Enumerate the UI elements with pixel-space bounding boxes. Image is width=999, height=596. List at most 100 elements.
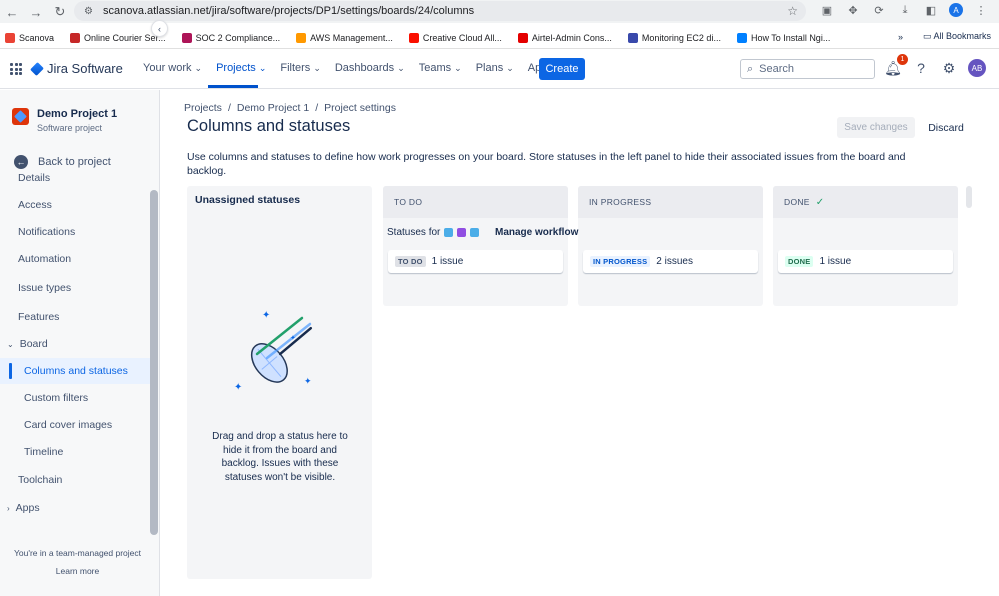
sidebar-item-features[interactable]: Features bbox=[0, 304, 150, 330]
address-bar[interactable]: ⚙ scanova.atlassian.net/jira/software/pr… bbox=[74, 1, 806, 21]
chevron-down-icon: ⌄ bbox=[454, 62, 462, 73]
chevron-down-icon: ⌄ bbox=[397, 62, 405, 73]
subtask-type-icon bbox=[470, 228, 480, 237]
board-column[interactable]: TO DO TO DO 1 issue bbox=[383, 186, 568, 306]
site-settings-icon[interactable]: ⚙ bbox=[84, 6, 93, 17]
all-bookmarks-button[interactable]: ▭ All Bookmarks bbox=[923, 31, 991, 42]
board-scrollbar[interactable] bbox=[966, 186, 972, 208]
status-card[interactable]: TO DO 1 issue bbox=[388, 250, 563, 273]
sidebar-item-custom-filters[interactable]: Custom filters bbox=[0, 385, 150, 411]
sidebar-item-automation[interactable]: Automation bbox=[0, 246, 150, 272]
sidebar-item-timeline[interactable]: Timeline bbox=[0, 439, 150, 465]
learn-more-link[interactable]: Learn more bbox=[0, 566, 155, 576]
create-button[interactable]: Create bbox=[539, 58, 585, 80]
sidebar-scrollbar[interactable] bbox=[150, 190, 158, 540]
column-header[interactable]: DONE ✓ bbox=[773, 186, 958, 218]
product-name: Jira Software bbox=[47, 61, 123, 76]
team-managed-note: You're in a team-managed project bbox=[14, 548, 141, 558]
sync-icon[interactable]: ⟳ bbox=[871, 2, 887, 18]
project-header[interactable]: Demo Project 1 Software project bbox=[12, 108, 117, 133]
jira-logo-icon bbox=[30, 61, 44, 76]
status-card[interactable]: IN PROGRESS 2 issues bbox=[583, 250, 758, 273]
reload-icon[interactable]: ↻ bbox=[50, 2, 70, 22]
board-column[interactable]: DONE ✓ DONE 1 issue bbox=[773, 186, 958, 306]
profile-avatar[interactable]: A bbox=[949, 3, 963, 17]
sidebar-item-details[interactable]: Details bbox=[0, 165, 150, 191]
bookmark-label: Scanova bbox=[19, 32, 55, 43]
puzzle-icon[interactable]: ✥ bbox=[845, 2, 861, 18]
checkmark-icon: ✓ bbox=[815, 196, 825, 208]
more-bookmarks-chevron-icon[interactable]: » bbox=[898, 32, 903, 42]
sidebar-item-label: Columns and statuses bbox=[24, 365, 128, 377]
nav-menu-dashboards[interactable]: Dashboards ⌄ bbox=[335, 62, 405, 74]
manage-workflow-link[interactable]: Manage workflow bbox=[495, 227, 578, 238]
bookmark-item[interactable]: How To Install Ngi... bbox=[736, 32, 830, 43]
save-changes-button[interactable]: Save changes bbox=[837, 117, 915, 138]
nav-menu-filters[interactable]: Filters ⌄ bbox=[280, 62, 321, 74]
extension-icon[interactable]: ▣ bbox=[819, 2, 835, 18]
sidebar-item-issue-types[interactable]: Issue types bbox=[0, 275, 150, 301]
bookmark-item[interactable]: Online Courier Ser... bbox=[70, 32, 166, 43]
breadcrumb-settings[interactable]: Project settings bbox=[324, 102, 396, 114]
sidebar-item-label: Apps bbox=[15, 502, 40, 514]
bookmark-favicon-icon bbox=[5, 32, 15, 43]
primary-menu: Your work ⌄ Projects ⌄ Filters ⌄ Dashboards ⌄ Te… bbox=[143, 62, 563, 74]
bookmark-label: Creative Cloud All... bbox=[422, 32, 502, 43]
back-arrow-icon[interactable]: ← bbox=[2, 2, 22, 22]
breadcrumb-projects[interactable]: Projects bbox=[184, 102, 222, 114]
nav-menu-projects[interactable]: Projects ⌄ bbox=[216, 62, 266, 74]
jira-logo[interactable]: Jira Software bbox=[30, 61, 123, 76]
bookmark-star-icon[interactable]: ☆ bbox=[787, 4, 798, 18]
nav-menu-plans[interactable]: Plans ⌄ bbox=[476, 62, 514, 74]
board-column[interactable]: IN PROGRESS IN PROGRESS 2 issues bbox=[578, 186, 763, 306]
nav-menu-label: Projects bbox=[216, 62, 256, 74]
bookmark-item[interactable]: Creative Cloud All... bbox=[408, 32, 502, 43]
nav-menu-your-work[interactable]: Your work ⌄ bbox=[143, 62, 202, 74]
bookmark-item[interactable]: Scanova bbox=[5, 32, 55, 43]
app-switcher-icon[interactable] bbox=[10, 63, 22, 75]
issue-count: 1 issue bbox=[431, 256, 464, 267]
status-card[interactable]: DONE 1 issue bbox=[778, 250, 953, 273]
sidebar-item-access[interactable]: Access bbox=[0, 192, 150, 218]
chevron-down-icon: ⌄ bbox=[194, 62, 203, 73]
unassigned-statuses-panel[interactable]: Unassigned statuses ✦ ✦ ✦ ✦ Drag and dro… bbox=[187, 186, 372, 579]
badminton-racket-illustration-icon: ✦ ✦ ✦ ✦ bbox=[234, 310, 313, 393]
breadcrumb-project[interactable]: Demo Project 1 bbox=[237, 102, 309, 114]
bookmark-favicon-icon bbox=[627, 32, 638, 43]
download-icon[interactable]: ⤓ bbox=[897, 2, 913, 18]
help-icon[interactable]: ? bbox=[912, 59, 930, 77]
status-lozenge: TO DO bbox=[395, 256, 426, 267]
kebab-menu-icon[interactable]: ⋮ bbox=[973, 2, 989, 18]
settings-gear-icon[interactable]: ⚙ bbox=[940, 59, 958, 77]
bookmark-favicon-icon bbox=[181, 32, 192, 43]
collapse-sidebar-button[interactable]: ‹ bbox=[151, 20, 168, 37]
column-header[interactable]: IN PROGRESS bbox=[578, 186, 763, 218]
sidebar-item-label: Timeline bbox=[24, 446, 64, 458]
nav-menu-teams[interactable]: Teams ⌄ bbox=[419, 62, 462, 74]
sidepanel-icon[interactable]: ◧ bbox=[923, 2, 939, 18]
sidebar-item-columns-and-statuses[interactable]: Columns and statuses bbox=[0, 358, 150, 384]
bookmark-label: Airtel-Admin Cons... bbox=[531, 32, 612, 43]
unassigned-message: Drag and drop a status here to hide it f… bbox=[212, 431, 348, 483]
user-avatar[interactable]: AB bbox=[968, 59, 986, 77]
forward-arrow-icon[interactable]: → bbox=[26, 2, 46, 22]
folder-icon: ▭ bbox=[922, 31, 934, 41]
discard-button[interactable]: Discard bbox=[922, 117, 970, 138]
sidebar-item-card-cover-images[interactable]: Card cover images bbox=[0, 412, 150, 438]
notifications-bell-icon[interactable]: 🔔︎ 1 bbox=[884, 54, 908, 77]
bookmarks-bar: Scanova Online Courier Ser... SOC 2 Compli… bbox=[0, 27, 999, 49]
sidebar-item-board[interactable]: ⌄ Board bbox=[0, 331, 150, 357]
sidebar-scroll-thumb[interactable] bbox=[150, 190, 158, 535]
column-name: TO DO bbox=[394, 197, 423, 207]
sidebar-item-toolchain[interactable]: Toolchain bbox=[0, 467, 150, 493]
bookmark-item[interactable]: SOC 2 Compliance... bbox=[181, 32, 280, 43]
sidebar-item-label: Access bbox=[18, 199, 52, 211]
sidebar-item-label: Toolchain bbox=[18, 474, 63, 486]
sidebar-item-notifications[interactable]: Notifications bbox=[0, 219, 150, 245]
column-header[interactable]: TO DO bbox=[383, 186, 568, 218]
bookmark-item[interactable]: Airtel-Admin Cons... bbox=[517, 32, 612, 43]
bookmark-item[interactable]: Monitoring EC2 di... bbox=[627, 32, 721, 43]
bookmark-item[interactable]: AWS Management... bbox=[296, 32, 393, 43]
sidebar-item-apps[interactable]: › Apps bbox=[0, 495, 150, 521]
search-input[interactable]: ⌕ Search bbox=[740, 59, 875, 79]
